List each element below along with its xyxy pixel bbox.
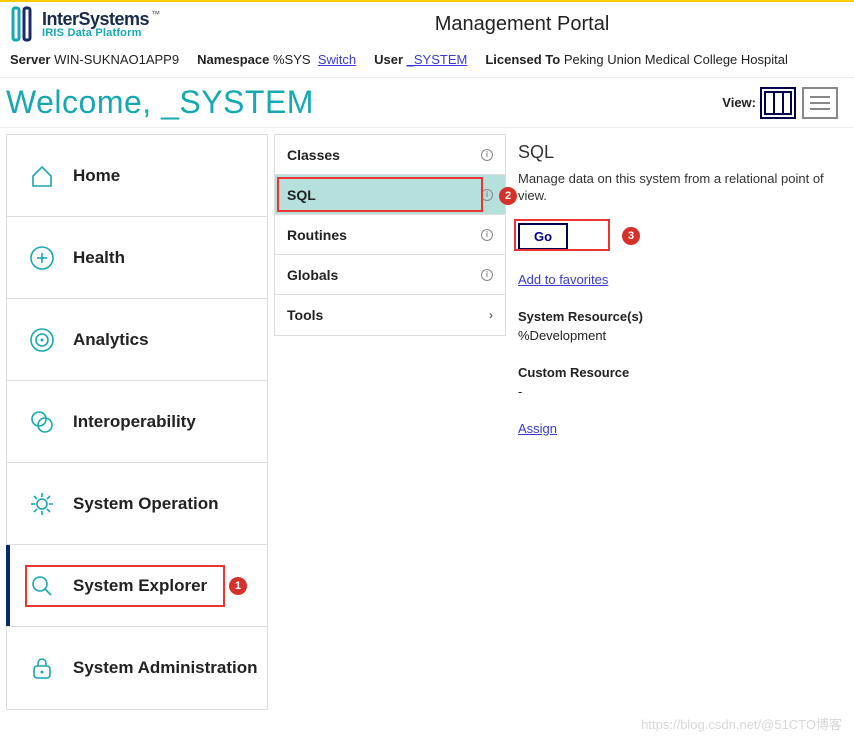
- sub-label: Classes: [287, 147, 340, 163]
- brand-logo: InterSystems™ IRIS Data Platform: [10, 6, 160, 42]
- add-favorites-link[interactable]: Add to favorites: [518, 272, 608, 287]
- nav-label: System Operation: [73, 494, 219, 514]
- info-icon: i: [481, 149, 493, 161]
- go-button[interactable]: Go: [518, 223, 568, 250]
- info-icon: i: [481, 229, 493, 241]
- interoperability-icon: [29, 409, 55, 435]
- detail-panel: SQL Manage data on this system from a re…: [512, 134, 848, 444]
- system-resources-value: %Development: [518, 328, 844, 343]
- magnifier-icon: [29, 573, 55, 599]
- namespace-value: %SYS: [273, 52, 311, 67]
- nav-item-interoperability[interactable]: Interoperability: [7, 381, 267, 463]
- welcome-row: Welcome, _SYSTEM View:: [0, 78, 854, 128]
- sub-item-globals[interactable]: Globals i: [275, 255, 505, 295]
- context-info-bar: Server WIN-SUKNAO1APP9 Namespace %SYS Sw…: [0, 44, 854, 78]
- portal-title: Management Portal: [160, 13, 844, 36]
- namespace-label: Namespace: [197, 52, 269, 67]
- user-label: User: [374, 52, 403, 67]
- nav-item-system-explorer[interactable]: 1 System Explorer: [7, 545, 267, 627]
- badge-3: 3: [622, 227, 640, 245]
- brand-tagline: IRIS Data Platform: [42, 28, 160, 39]
- sub-item-routines[interactable]: Routines i: [275, 215, 505, 255]
- detail-title: SQL: [518, 142, 844, 163]
- user-link[interactable]: _SYSTEM: [407, 52, 468, 67]
- health-icon: [29, 245, 55, 271]
- server-label: Server: [10, 52, 50, 67]
- info-icon: i: [481, 269, 493, 281]
- tm-mark: ™: [151, 9, 160, 19]
- watermark: https://blog.csdn.net/@51CTO博客: [641, 714, 842, 733]
- custom-resource-value: -: [518, 384, 844, 399]
- custom-resource-heading: Custom Resource: [518, 365, 844, 380]
- brand-name: InterSystems: [42, 9, 149, 29]
- nav-item-system-administration[interactable]: System Administration: [7, 627, 267, 709]
- welcome-text: Welcome, _SYSTEM: [6, 84, 722, 121]
- badge-1: 1: [229, 577, 247, 595]
- gear-icon: [29, 491, 55, 517]
- licensed-to-label: Licensed To: [485, 52, 560, 67]
- assign-link[interactable]: Assign: [518, 421, 557, 436]
- sub-label: Routines: [287, 227, 347, 243]
- top-bar: InterSystems™ IRIS Data Platform Managem…: [0, 0, 854, 44]
- lock-icon: [29, 655, 55, 681]
- sub-item-sql[interactable]: 2 SQL i: [275, 175, 505, 215]
- analytics-icon: [29, 327, 55, 353]
- home-icon: [29, 163, 55, 189]
- nav-label: Home: [73, 166, 120, 186]
- nav-item-home[interactable]: Home: [7, 135, 267, 217]
- nav-label: System Administration: [73, 658, 258, 678]
- nav-item-health[interactable]: Health: [7, 217, 267, 299]
- secondary-nav: Classes i 2 SQL i Routines i Globals i T…: [274, 134, 506, 336]
- intersystems-logo-icon: [10, 6, 36, 42]
- sub-label: Globals: [287, 267, 338, 283]
- main-columns: Home Health Analytics Interoperability S…: [0, 128, 854, 716]
- nav-label: Interoperability: [73, 412, 196, 432]
- sub-label: Tools: [287, 307, 323, 323]
- columns-icon: [764, 91, 792, 115]
- view-label: View:: [722, 95, 756, 110]
- nav-label: Health: [73, 248, 125, 268]
- detail-description: Manage data on this system from a relati…: [518, 171, 844, 205]
- chevron-right-icon: ›: [489, 308, 493, 322]
- list-icon: [807, 92, 833, 114]
- primary-nav: Home Health Analytics Interoperability S…: [6, 134, 268, 710]
- nav-item-system-operation[interactable]: System Operation: [7, 463, 267, 545]
- sub-item-tools[interactable]: Tools ›: [275, 295, 505, 335]
- nav-label: Analytics: [73, 330, 149, 350]
- server-value: WIN-SUKNAO1APP9: [54, 52, 179, 67]
- info-icon: i: [481, 189, 493, 201]
- sub-label: SQL: [287, 187, 316, 203]
- licensed-to-value: Peking Union Medical College Hospital: [564, 52, 788, 67]
- nav-item-analytics[interactable]: Analytics: [7, 299, 267, 381]
- nav-label: System Explorer: [73, 576, 207, 596]
- view-list-button[interactable]: [802, 87, 838, 119]
- sub-item-classes[interactable]: Classes i: [275, 135, 505, 175]
- switch-namespace-link[interactable]: Switch: [318, 52, 356, 67]
- view-columns-button[interactable]: [760, 87, 796, 119]
- badge-2: 2: [499, 187, 517, 205]
- system-resources-heading: System Resource(s): [518, 309, 844, 324]
